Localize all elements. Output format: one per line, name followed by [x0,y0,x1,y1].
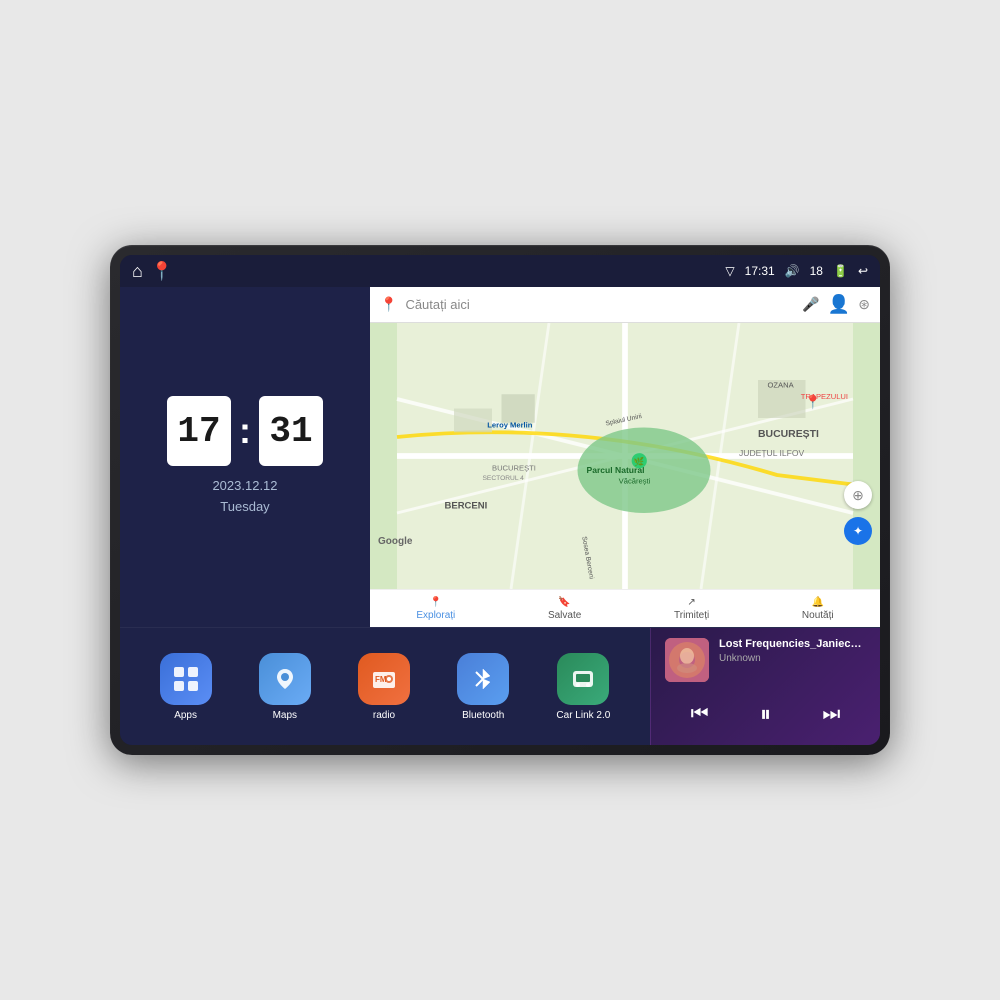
map-panel: 📍 Căutați aici 🎤 👤 ⊛ [370,287,880,627]
carlink-label: Car Link 2.0 [556,710,610,721]
battery-icon: 🔋 [833,264,848,278]
apps-row: Apps Maps [120,628,650,745]
music-title: Lost Frequencies_Janieck Devy-... [719,638,866,650]
main-content: 17 : 31 2023.12.12 Tuesday 📍 Căutați aic… [120,287,880,745]
radio-label: radio [373,710,395,721]
clock-date: 2023.12.12 Tuesday [212,476,277,518]
music-top: Lost Frequencies_Janieck Devy-... Unknow… [665,638,866,682]
clock-display: 17 : 31 [167,396,323,466]
music-artist: Unknown [719,653,866,664]
status-bar: ⌂ 📍 ▽ 17:31 🔊 18 🔋 ↩ [120,255,880,287]
news-icon: 🔔 [812,597,824,608]
share-icon: ↗ [687,597,695,608]
clock-colon: : [239,410,251,452]
home-icon[interactable]: ⌂ [132,261,143,282]
map-nav-trimiteți[interactable]: ↗ Trimiteți [674,597,709,621]
bottom-section: Apps Maps [120,627,880,745]
music-play-button[interactable]: ⏸ [756,697,775,731]
device-screen: ⌂ 📍 ▽ 17:31 🔊 18 🔋 ↩ 17 : [120,255,880,745]
bluetooth-label: Bluetooth [462,710,504,721]
svg-text:BUCUREȘTI: BUCUREȘTI [758,429,819,440]
svg-text:OZANA: OZANA [768,381,795,390]
top-section: 17 : 31 2023.12.12 Tuesday 📍 Căutați aic… [120,287,880,627]
clock-hours: 17 [167,396,231,466]
volume-icon: 🔊 [785,264,800,278]
explore-icon: 📍 [430,597,442,608]
map-search-bar[interactable]: 📍 Căutați aici 🎤 👤 ⊛ [370,287,880,323]
maps-status-icon[interactable]: 📍 [151,261,173,282]
music-controls: ⏮ ⏸ ⏭ [665,693,866,735]
svg-text:Văcărești: Văcărești [619,477,651,486]
music-next-button[interactable]: ⏭ [818,699,844,730]
music-info: Lost Frequencies_Janieck Devy-... Unknow… [719,638,866,664]
map-location-button[interactable]: ✦ [844,517,872,545]
voice-icon[interactable]: 🎤 [802,296,819,313]
layers-icon[interactable]: ⊛ [858,296,870,313]
account-icon[interactable]: 👤 [828,294,850,315]
app-item-radio[interactable]: FM radio [358,653,410,721]
map-nav-explorați[interactable]: 📍 Explorați [416,597,455,621]
music-panel: Lost Frequencies_Janieck Devy-... Unknow… [650,628,880,745]
radio-icon: FM [358,653,410,705]
status-left-icons: ⌂ 📍 [132,261,173,282]
map-compass-button[interactable]: ⊕ [844,481,872,509]
svg-text:TRAPEZULUI: TRAPEZULUI [801,392,848,401]
clock-panel: 17 : 31 2023.12.12 Tuesday [120,287,370,627]
app-item-apps[interactable]: Apps [160,653,212,721]
bluetooth-icon [457,653,509,705]
apps-icon [160,653,212,705]
map-nav-salvate[interactable]: 🔖 Salvate [548,597,581,621]
app-item-carlink[interactable]: Car Link 2.0 [556,653,610,721]
svg-text:🌿: 🌿 [634,457,645,467]
app-item-bluetooth[interactable]: Bluetooth [457,653,509,721]
status-right-info: ▽ 17:31 🔊 18 🔋 ↩ [725,264,868,278]
map-search-actions: 🎤 👤 ⊛ [802,294,870,315]
saved-icon: 🔖 [558,597,570,608]
map-pin-icon: 📍 [380,296,397,313]
maps-label: Maps [273,710,297,721]
music-prev-button[interactable]: ⏮ [687,699,713,730]
google-logo: Google [378,536,412,547]
clock-minutes: 31 [259,396,323,466]
map-nav-noutăți[interactable]: 🔔 Noutăți [802,597,834,621]
svg-text:BERCENI: BERCENI [445,500,488,511]
album-art [665,638,709,682]
svg-text:BUCUREȘTI: BUCUREȘTI [492,463,536,472]
car-display-device: ⌂ 📍 ▽ 17:31 🔊 18 🔋 ↩ 17 : [110,245,890,755]
status-time: 17:31 [745,264,775,278]
signal-strength: 18 [810,264,823,278]
carlink-icon [557,653,609,705]
svg-text:JUDEȚUL ILFOV: JUDEȚUL ILFOV [739,448,805,458]
map-bottom-nav: 📍 Explorați 🔖 Salvate ↗ Trimiteți 🔔 [370,589,880,627]
signal-icon: ▽ [725,264,734,278]
maps-icon [259,653,311,705]
back-icon[interactable]: ↩ [858,264,868,278]
svg-text:SECTORUL 4: SECTORUL 4 [483,475,525,482]
map-body[interactable]: Parcul Natural Văcărești 🌿 BUCUREȘTI J [370,323,880,589]
svg-text:Leroy Merlin: Leroy Merlin [487,421,533,430]
apps-label: Apps [174,710,197,721]
app-item-maps[interactable]: Maps [259,653,311,721]
map-search-input[interactable]: Căutați aici [405,297,794,312]
